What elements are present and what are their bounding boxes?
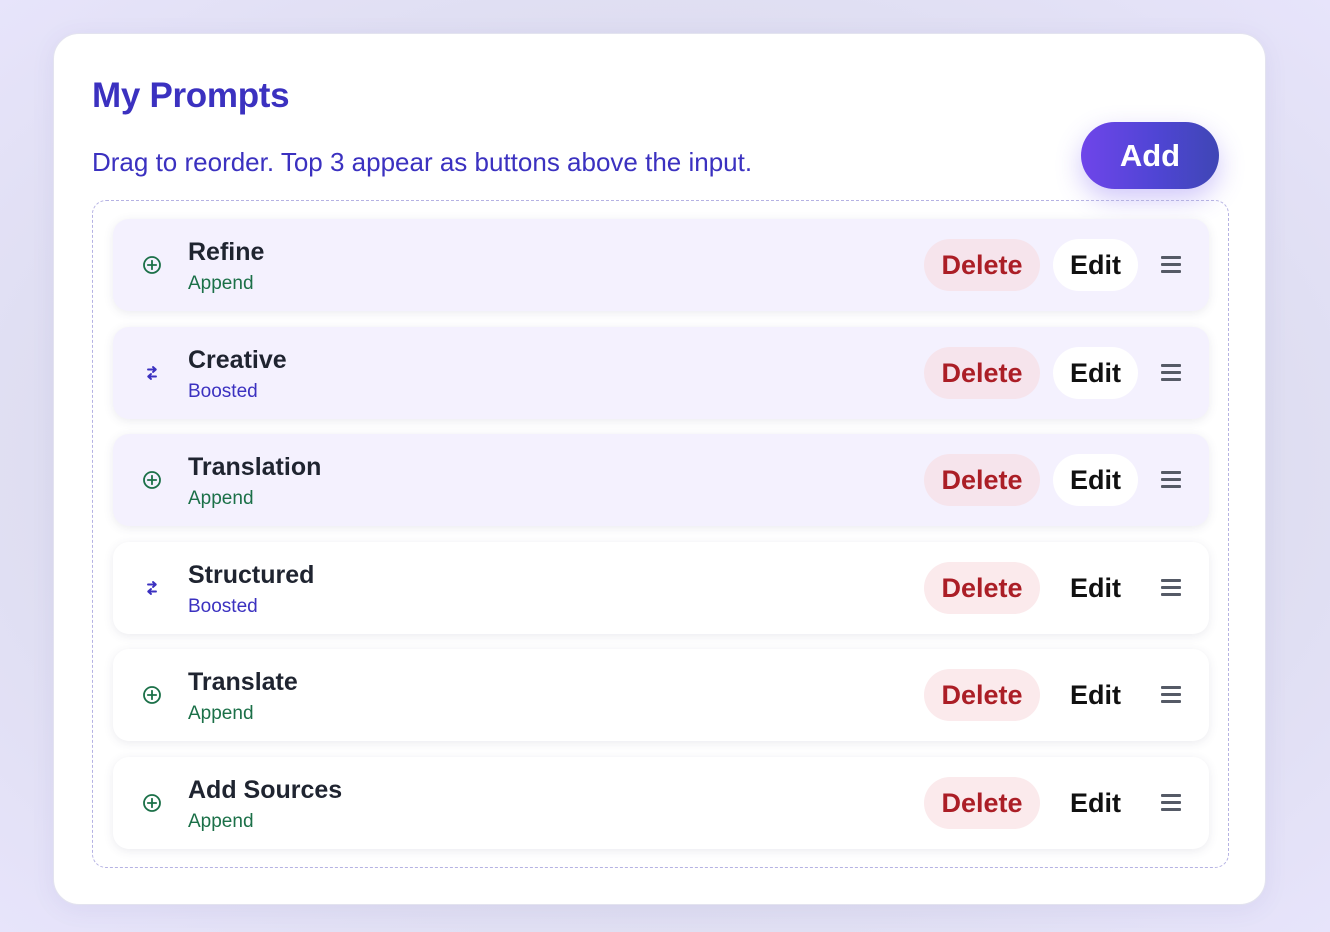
delete-button[interactable]: Delete bbox=[924, 669, 1040, 721]
edit-button[interactable]: Edit bbox=[1053, 669, 1138, 721]
prompt-item-translate[interactable]: Translate Append Delete Edit bbox=[113, 649, 1209, 741]
drag-handle-icon[interactable] bbox=[1159, 254, 1183, 276]
prompt-name: Translate bbox=[188, 668, 298, 696]
prompt-type-label: Boosted bbox=[188, 596, 258, 617]
drag-handle-icon[interactable] bbox=[1159, 792, 1183, 814]
page-subtitle: Drag to reorder. Top 3 appear as buttons… bbox=[92, 147, 753, 177]
prompt-name: Structured bbox=[188, 561, 315, 589]
prompt-type-label: Boosted bbox=[188, 381, 258, 402]
prompt-type-label: Append bbox=[188, 273, 254, 294]
delete-button[interactable]: Delete bbox=[924, 239, 1040, 291]
prompt-name: Refine bbox=[188, 238, 265, 266]
drag-handle-icon[interactable] bbox=[1159, 684, 1183, 706]
prompt-type-label: Append bbox=[188, 703, 254, 724]
drag-handle-icon[interactable] bbox=[1159, 362, 1183, 384]
prompt-item-translation[interactable]: Translation Append Delete Edit bbox=[113, 434, 1209, 526]
add-prompt-button[interactable]: Add bbox=[1081, 122, 1219, 189]
prompt-name: Creative bbox=[188, 346, 287, 374]
prompt-item-add-sources[interactable]: Add Sources Append Delete Edit bbox=[113, 757, 1209, 849]
plus-circle-icon bbox=[142, 255, 162, 275]
delete-button[interactable]: Delete bbox=[924, 454, 1040, 506]
prompt-item-refine[interactable]: Refine Append Delete Edit bbox=[113, 219, 1209, 311]
swap-arrows-icon bbox=[142, 363, 162, 383]
edit-button[interactable]: Edit bbox=[1053, 562, 1138, 614]
edit-button[interactable]: Edit bbox=[1053, 454, 1138, 506]
page-title: My Prompts bbox=[92, 76, 290, 115]
prompt-list: Refine Append Delete Edit Creative Boost… bbox=[92, 200, 1229, 868]
drag-handle-icon[interactable] bbox=[1159, 577, 1183, 599]
drag-handle-icon[interactable] bbox=[1159, 469, 1183, 491]
delete-button[interactable]: Delete bbox=[924, 562, 1040, 614]
edit-button[interactable]: Edit bbox=[1053, 777, 1138, 829]
plus-circle-icon bbox=[142, 470, 162, 490]
edit-button[interactable]: Edit bbox=[1053, 347, 1138, 399]
plus-circle-icon bbox=[142, 685, 162, 705]
prompt-type-label: Append bbox=[188, 811, 254, 832]
prompt-name: Add Sources bbox=[188, 776, 343, 804]
prompt-name: Translation bbox=[188, 453, 322, 481]
delete-button[interactable]: Delete bbox=[924, 347, 1040, 399]
prompt-item-creative[interactable]: Creative Boosted Delete Edit bbox=[113, 327, 1209, 419]
delete-button[interactable]: Delete bbox=[924, 777, 1040, 829]
edit-button[interactable]: Edit bbox=[1053, 239, 1138, 291]
prompt-item-structured[interactable]: Structured Boosted Delete Edit bbox=[113, 542, 1209, 634]
prompt-type-label: Append bbox=[188, 488, 254, 509]
swap-arrows-icon bbox=[142, 578, 162, 598]
prompts-card: My Prompts Drag to reorder. Top 3 appear… bbox=[53, 33, 1266, 905]
plus-circle-icon bbox=[142, 793, 162, 813]
